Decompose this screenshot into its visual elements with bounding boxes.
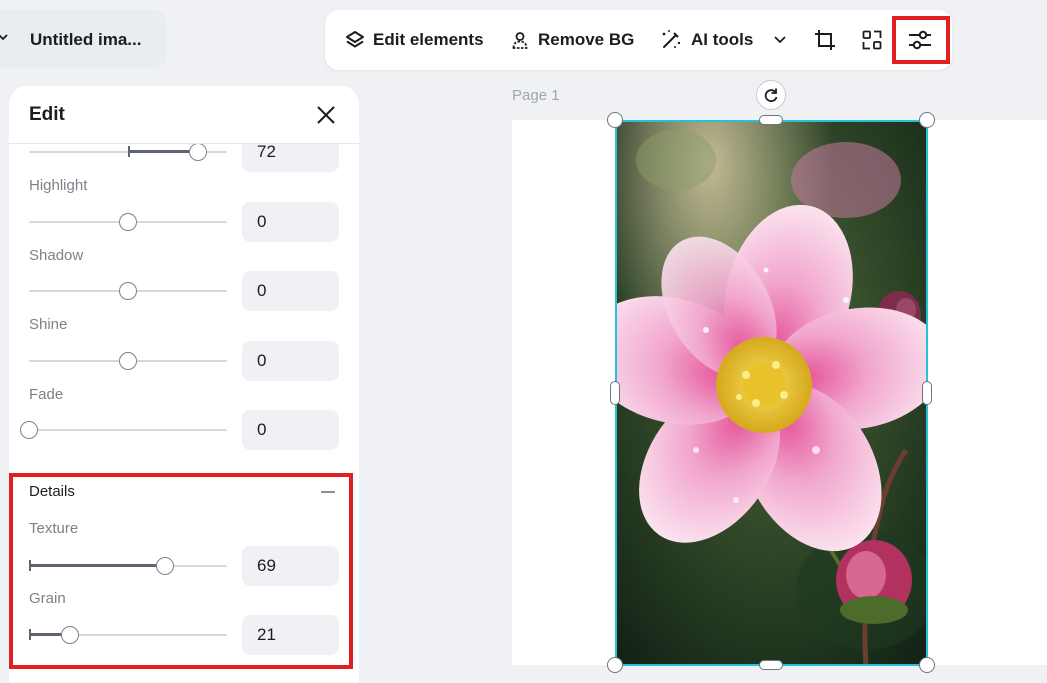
fade-value-field[interactable]: 0 [242, 410, 339, 450]
shine-label: Shine [29, 316, 68, 333]
file-name-bar[interactable]: Untitled ima... [0, 10, 166, 68]
crop-icon [815, 30, 835, 50]
highlight-label: Highlight [29, 177, 88, 194]
chevron-down-icon[interactable] [773, 35, 787, 45]
pink-flower-photo [616, 120, 928, 666]
person-outline-icon [512, 32, 528, 49]
shadow-label: Shadow [29, 247, 84, 264]
slider-knob[interactable] [119, 213, 137, 231]
slider-knob[interactable] [119, 352, 137, 370]
rotate-handle[interactable] [756, 80, 786, 110]
ai-tools-button[interactable]: AI tools [659, 10, 787, 70]
remove-bg-button[interactable]: Remove BG [510, 10, 634, 70]
file-name[interactable]: Untitled ima... [30, 30, 141, 50]
resize-handle-bottom-left[interactable] [607, 657, 623, 673]
panel-body: 72 Highlight 0 Shadow 0 Shine 0 Fade 0 D… [9, 132, 359, 683]
shadow-value-field[interactable]: 0 [242, 271, 339, 311]
rotate-icon [764, 88, 778, 103]
resize-handle-top-left[interactable] [607, 112, 623, 128]
panel-title: Edit [29, 104, 65, 125]
image-toolbar: Edit elements Remove BG AI tools [325, 10, 952, 70]
flower-image[interactable] [616, 120, 928, 666]
fade-label: Fade [29, 386, 64, 403]
shadow-slider[interactable] [29, 281, 227, 301]
remove-bg-label: Remove BG [538, 30, 635, 49]
slider-knob[interactable] [189, 143, 207, 161]
slider-knob[interactable] [119, 282, 137, 300]
resize-handle-top[interactable] [759, 115, 783, 125]
slider-knob[interactable] [20, 421, 38, 439]
adjust-slider-top[interactable] [29, 142, 227, 162]
panel-header: Edit [9, 86, 359, 144]
scan-button[interactable] [856, 24, 888, 56]
chevron-down-icon[interactable] [0, 32, 8, 42]
scan-icon [862, 30, 882, 50]
resize-handle-bottom[interactable] [759, 660, 783, 670]
crop-button[interactable] [809, 24, 841, 56]
highlight-slider[interactable] [29, 212, 227, 232]
resize-handle-right[interactable] [922, 381, 932, 405]
fade-slider[interactable] [20, 420, 227, 440]
layers-icon [346, 31, 364, 48]
shine-value-field[interactable]: 0 [242, 341, 339, 381]
adjust-button-highlight [892, 16, 950, 64]
shine-slider[interactable] [29, 351, 227, 371]
edit-panel: Edit 72 Highlight 0 Shadow 0 Shine 0 Fad… [9, 86, 359, 683]
resize-handle-left[interactable] [610, 381, 620, 405]
resize-handle-top-right[interactable] [919, 112, 935, 128]
highlight-value-field[interactable]: 0 [242, 202, 339, 242]
edit-elements-button[interactable]: Edit elements [345, 10, 484, 70]
close-icon[interactable] [315, 104, 337, 126]
resize-handle-bottom-right[interactable] [919, 657, 935, 673]
details-highlight [9, 473, 353, 669]
ai-tools-label: AI tools [691, 30, 754, 49]
edit-elements-label: Edit elements [373, 30, 484, 49]
magic-wand-icon [662, 30, 681, 48]
page-label: Page 1 [512, 87, 560, 104]
